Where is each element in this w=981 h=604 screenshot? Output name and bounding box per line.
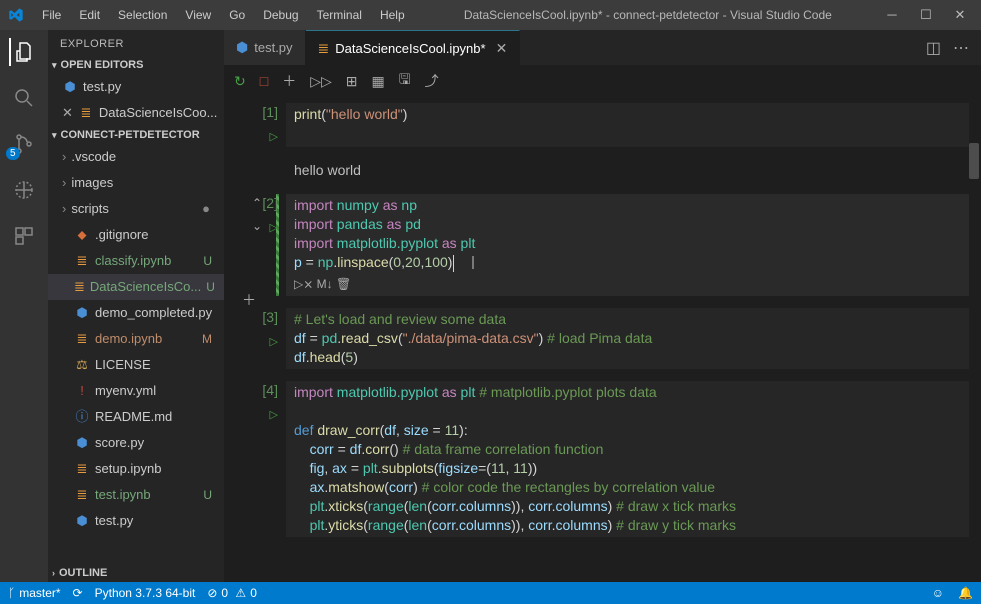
menu-debug[interactable]: Debug xyxy=(255,4,306,26)
notebook-cells[interactable]: [1]▷ print("hello world") hello world ⌃⌄… xyxy=(224,97,981,582)
menu-go[interactable]: Go xyxy=(221,4,253,26)
menu-selection[interactable]: Selection xyxy=(110,4,175,26)
open-editors-section[interactable]: ▾OPEN EDITORS xyxy=(48,56,224,74)
feedback-icon[interactable]: ☺ xyxy=(932,586,944,600)
interrupt-kernel-icon[interactable]: □ xyxy=(260,73,268,89)
close-button[interactable]: ✕ xyxy=(951,7,969,23)
sync-icon[interactable]: ⟳ xyxy=(73,586,83,600)
titlebar: File Edit Selection View Go Debug Termin… xyxy=(0,0,981,30)
source-control-icon[interactable]: 5 xyxy=(10,130,38,158)
tree-file[interactable]: ≣test.ipynbU xyxy=(48,482,224,508)
cell-4[interactable]: [4]▷ import matplotlib.pyplot as plt # m… xyxy=(236,381,969,537)
tree-file[interactable]: ⚖LICENSE xyxy=(48,352,224,378)
cell-2[interactable]: ⌃⌄ [2]▷ import numpy as np import pandas… xyxy=(236,194,969,296)
explorer-icon[interactable] xyxy=(9,38,37,66)
tree-folder[interactable]: ›images xyxy=(48,170,224,196)
project-section[interactable]: ▾CONNECT-PETDETECTOR xyxy=(48,126,224,144)
cell-1[interactable]: [1]▷ print("hello world") xyxy=(236,103,969,147)
open-editor-item[interactable]: ⬢test.py xyxy=(48,74,224,100)
git-branch[interactable]: ᚴ master* xyxy=(8,586,61,600)
minimize-button[interactable]: ─ xyxy=(883,7,901,23)
scm-badge: 5 xyxy=(6,147,20,160)
tab-bar: ⬢test.py ≣DataScienceIsCool.ipynb*✕ ◫ ⋯ xyxy=(224,30,981,65)
main-menu: File Edit Selection View Go Debug Termin… xyxy=(34,4,413,26)
tree-file[interactable]: ⬢score.py xyxy=(48,430,224,456)
tree-file[interactable]: ≣DataScienceIsCo...U xyxy=(48,274,224,300)
window-title: DataScienceIsCool.ipynb* - connect-petde… xyxy=(413,8,883,22)
tree-file[interactable]: ≣classify.ipynbU xyxy=(48,248,224,274)
notifications-icon[interactable]: 🔔 xyxy=(958,586,973,600)
window-controls: ─ ☐ ✕ xyxy=(883,7,969,23)
export-icon[interactable]: ⤴ xyxy=(425,71,439,91)
run-cell-icon[interactable]: ▷ xyxy=(236,219,278,238)
cell-actions[interactable]: ▷⨯ M↓ 🗑 xyxy=(294,275,961,294)
menu-edit[interactable]: Edit xyxy=(71,4,108,26)
outline-section[interactable]: ›OUTLINE xyxy=(48,564,224,582)
menu-terminal[interactable]: Terminal xyxy=(309,4,370,26)
debug-icon[interactable] xyxy=(10,176,38,204)
run-cell-icon[interactable]: ▷ xyxy=(236,128,278,147)
tree-file[interactable]: ⬢demo_completed.py xyxy=(48,300,224,326)
menu-file[interactable]: File xyxy=(34,4,69,26)
activity-bar: 5 xyxy=(0,30,48,582)
more-icon[interactable]: ⋯ xyxy=(953,38,969,58)
extensions-icon[interactable] xyxy=(10,222,38,250)
tree-file[interactable]: ⬥.gitignore xyxy=(48,222,224,248)
scrollbar-thumb[interactable] xyxy=(969,143,979,179)
grid-icon[interactable]: ▦ xyxy=(371,73,384,90)
run-all-icon[interactable]: ▷▷ xyxy=(310,73,332,90)
tree-file[interactable]: ⬢test.py xyxy=(48,508,224,534)
open-editor-item[interactable]: ✕≣DataScienceIsCoo... xyxy=(48,100,224,126)
save-icon[interactable]: 🖫 xyxy=(399,69,411,93)
editor-actions: ◫ ⋯ xyxy=(926,30,981,65)
ibeam-cursor-icon: I xyxy=(470,254,475,273)
status-bar: ᚴ master* ⟳ Python 3.7.3 64-bit ⊘ 0 ⚠ 0 … xyxy=(0,582,981,604)
tree-folder[interactable]: ›.vscode xyxy=(48,144,224,170)
tab-close-icon[interactable]: ✕ xyxy=(496,40,508,57)
tab-test-py[interactable]: ⬢test.py xyxy=(224,30,306,65)
add-cell-icon[interactable]: ＋ xyxy=(282,71,296,91)
problems[interactable]: ⊘ 0 ⚠ 0 xyxy=(207,586,257,600)
tab-notebook[interactable]: ≣DataScienceIsCool.ipynb*✕ xyxy=(306,30,521,65)
editor-area: ⬢test.py ≣DataScienceIsCool.ipynb*✕ ◫ ⋯ … xyxy=(224,30,981,582)
menu-help[interactable]: Help xyxy=(372,4,413,26)
cell-3[interactable]: [3]▷ # Let's load and review some data d… xyxy=(236,308,969,369)
explorer-title: EXPLORER xyxy=(48,30,224,56)
tree-folder[interactable]: ›scripts● xyxy=(48,196,224,222)
split-editor-icon[interactable]: ◫ xyxy=(926,38,941,58)
cell-1-output: hello world xyxy=(236,159,969,182)
menu-view[interactable]: View xyxy=(177,4,219,26)
tree-file[interactable]: ⓘREADME.md xyxy=(48,404,224,430)
restart-kernel-icon[interactable]: ↻ xyxy=(234,73,246,90)
tree-file[interactable]: !myenv.yml xyxy=(48,378,224,404)
tree-file[interactable]: ≣setup.ipynb xyxy=(48,456,224,482)
show-vars-icon[interactable]: ⊞ xyxy=(346,73,358,90)
maximize-button[interactable]: ☐ xyxy=(917,7,935,23)
run-cell-icon[interactable]: ▷ xyxy=(236,333,278,352)
explorer-sidebar: EXPLORER ▾OPEN EDITORS ⬢test.py ✕≣DataSc… xyxy=(48,30,224,582)
notebook-toolbar: ↻ □ ＋ ▷▷ ⊞ ▦ 🖫 ⤴ xyxy=(224,65,981,97)
python-interpreter[interactable]: Python 3.7.3 64-bit xyxy=(95,586,196,600)
run-cell-icon[interactable]: ▷ xyxy=(236,406,278,425)
tree-file[interactable]: ≣demo.ipynbM xyxy=(48,326,224,352)
text-cursor xyxy=(453,255,454,272)
search-icon[interactable] xyxy=(10,84,38,112)
vscode-logo-icon xyxy=(8,7,24,23)
